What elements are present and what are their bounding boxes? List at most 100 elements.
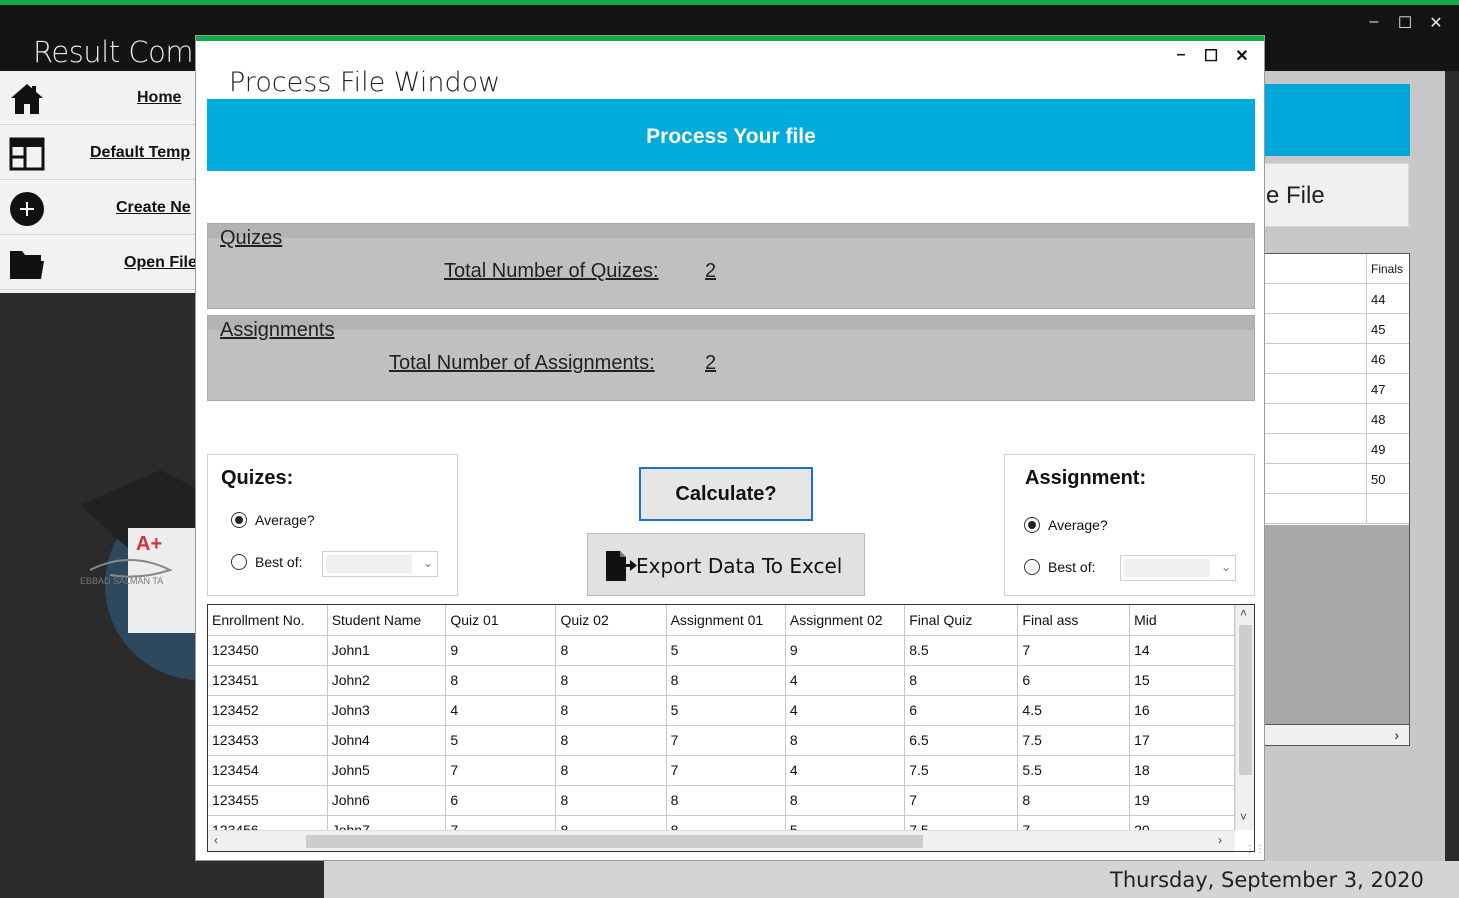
- table-cell[interactable]: 7: [666, 725, 786, 756]
- table-cell[interactable]: 7: [445, 755, 557, 786]
- table-cell[interactable]: 7: [904, 785, 1019, 816]
- table-row[interactable]: 123452 John3 4 8 5 4 6 4.5 16: [208, 695, 1235, 726]
- table-cell[interactable]: 8: [666, 665, 786, 696]
- results-data-grid[interactable]: Enrollment No. Student Name Quiz 01 Quiz 02…: [207, 604, 1255, 852]
- table-cell[interactable]: 4: [785, 755, 906, 786]
- main-maximize-button[interactable]: ☐: [1393, 13, 1417, 33]
- table-row[interactable]: 50: [1256, 464, 1409, 494]
- sidebar-item-home[interactable]: Home: [0, 71, 200, 125]
- table-cell[interactable]: 6.5: [904, 725, 1019, 756]
- column-header[interactable]: Final ass: [1017, 605, 1131, 636]
- table-cell[interactable]: 7.5: [1017, 725, 1131, 756]
- main-close-button[interactable]: ✕: [1424, 13, 1448, 33]
- table-cell[interactable]: 7: [445, 815, 557, 830]
- table-cell[interactable]: John3: [327, 695, 447, 726]
- assignment-best-of-radio[interactable]: [1024, 559, 1040, 575]
- table-row[interactable]: 123455 John6 6 8 8 8 7 8 19: [208, 785, 1235, 816]
- table-cell[interactable]: 123453: [208, 725, 328, 756]
- sidebar-item-open-file[interactable]: Open File: [0, 236, 200, 290]
- main-open-file-button[interactable]: e File: [1255, 163, 1409, 227]
- table-row[interactable]: [1256, 494, 1409, 524]
- table-cell[interactable]: 7: [1017, 815, 1131, 830]
- table-cell[interactable]: John6: [327, 785, 447, 816]
- table-cell[interactable]: 5: [666, 635, 786, 666]
- column-header[interactable]: Assignment 02: [785, 605, 906, 636]
- table-cell[interactable]: John7: [327, 815, 447, 830]
- table-cell[interactable]: 123454: [208, 755, 328, 786]
- table-cell[interactable]: 8: [1017, 785, 1131, 816]
- table-cell[interactable]: 7.5: [904, 755, 1019, 786]
- sidebar-item-create-new[interactable]: Create Ne: [0, 181, 200, 235]
- table-cell[interactable]: John2: [327, 665, 447, 696]
- chevron-up-icon[interactable]: ˄: [1240, 606, 1247, 620]
- main-data-grid[interactable]: s Finals 44 45 46 47 48 49 50: [1255, 253, 1410, 746]
- quiz-average-radio[interactable]: [231, 512, 247, 528]
- assignment-average-radio[interactable]: [1024, 517, 1040, 533]
- table-cell[interactable]: 6: [1017, 665, 1131, 696]
- table-cell[interactable]: 123456: [208, 815, 328, 830]
- chevron-left-icon[interactable]: ‹: [214, 833, 218, 847]
- table-cell[interactable]: 8: [555, 755, 667, 786]
- grid-horizontal-scrollbar[interactable]: ‹ ›: [208, 830, 1235, 851]
- chevron-down-icon[interactable]: ˅: [1240, 810, 1247, 824]
- table-cell[interactable]: 8: [555, 695, 667, 726]
- assignment-best-of-select[interactable]: ⌄: [1120, 555, 1236, 581]
- table-cell[interactable]: 14: [1129, 635, 1235, 666]
- table-row[interactable]: 44: [1256, 284, 1409, 314]
- table-cell[interactable]: 19: [1129, 785, 1235, 816]
- resize-grip-icon[interactable]: ⋮⋮: [1245, 844, 1265, 855]
- column-header[interactable]: Final Quiz: [904, 605, 1019, 636]
- table-row[interactable]: 123450 John1 9 8 5 9 8.5 7 14: [208, 635, 1235, 666]
- table-cell[interactable]: 8: [555, 725, 667, 756]
- dialog-close-button[interactable]: ✕: [1231, 46, 1253, 66]
- table-cell[interactable]: John5: [327, 755, 447, 786]
- table-cell[interactable]: 8: [555, 665, 667, 696]
- table-row[interactable]: 46: [1256, 344, 1409, 374]
- table-cell[interactable]: 7: [1017, 635, 1131, 666]
- quiz-best-of-radio[interactable]: [231, 554, 247, 570]
- table-cell[interactable]: 8: [666, 815, 786, 830]
- column-header[interactable]: Quiz 02: [555, 605, 667, 636]
- table-row[interactable]: 123453 John4 5 8 7 8 6.5 7.5 17: [208, 725, 1235, 756]
- table-cell[interactable]: 5.5: [1017, 755, 1131, 786]
- table-cell[interactable]: 4: [785, 695, 906, 726]
- table-cell[interactable]: 9: [785, 635, 906, 666]
- table-cell[interactable]: 18: [1129, 755, 1235, 786]
- table-cell[interactable]: 4: [445, 695, 557, 726]
- table-row[interactable]: 123456 John7 7 8 8 5 7.5 7 20: [208, 815, 1235, 830]
- main-grid-horizontal-scrollbar[interactable]: ›: [1255, 724, 1410, 746]
- column-header[interactable]: Student Name: [327, 605, 447, 636]
- table-cell[interactable]: 6: [445, 785, 557, 816]
- table-cell[interactable]: 8: [666, 785, 786, 816]
- table-row[interactable]: 123451 John2 8 8 8 4 8 6 15: [208, 665, 1235, 696]
- table-cell[interactable]: 123450: [208, 635, 328, 666]
- table-cell[interactable]: 15: [1129, 665, 1235, 696]
- calculate-button[interactable]: Calculate?: [639, 467, 813, 521]
- table-cell[interactable]: 9: [445, 635, 557, 666]
- grid-vertical-scrollbar[interactable]: ˄ ˅: [1235, 605, 1254, 830]
- table-cell[interactable]: 16: [1129, 695, 1235, 726]
- table-cell[interactable]: 123452: [208, 695, 328, 726]
- table-cell[interactable]: 4: [785, 665, 906, 696]
- table-row[interactable]: 49: [1256, 434, 1409, 464]
- sidebar-item-default-template[interactable]: Default Temp: [0, 126, 200, 180]
- table-row[interactable]: 48: [1256, 404, 1409, 434]
- table-cell[interactable]: 8: [445, 665, 557, 696]
- table-cell[interactable]: 8: [555, 785, 667, 816]
- table-cell[interactable]: 20: [1129, 815, 1235, 830]
- table-cell[interactable]: 5: [666, 695, 786, 726]
- table-cell[interactable]: 8: [785, 785, 906, 816]
- chevron-right-icon[interactable]: ›: [1218, 833, 1222, 847]
- table-cell[interactable]: 7.5: [904, 815, 1019, 830]
- horizontal-scroll-thumb[interactable]: [306, 835, 923, 848]
- column-header[interactable]: Mid: [1129, 605, 1235, 636]
- column-header[interactable]: Quiz 01: [445, 605, 557, 636]
- table-cell[interactable]: 17: [1129, 725, 1235, 756]
- table-cell[interactable]: John1: [327, 635, 447, 666]
- table-cell[interactable]: 8: [555, 635, 667, 666]
- chevron-right-icon[interactable]: ›: [1394, 727, 1399, 743]
- main-minimize-button[interactable]: –: [1362, 13, 1386, 31]
- table-row[interactable]: 45: [1256, 314, 1409, 344]
- vertical-scroll-thumb[interactable]: [1239, 625, 1252, 775]
- table-cell[interactable]: 5: [785, 815, 906, 830]
